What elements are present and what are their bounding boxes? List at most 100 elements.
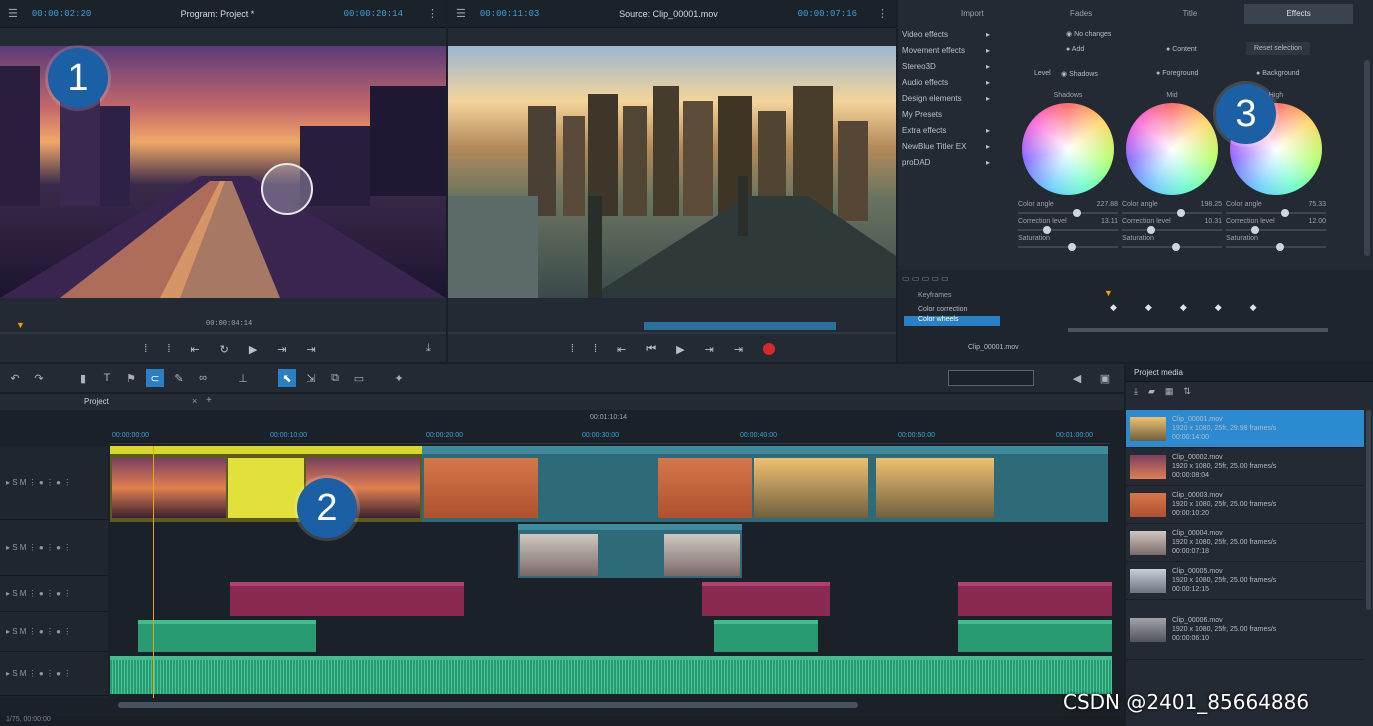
text-icon[interactable]: T	[98, 369, 116, 387]
category-item[interactable]: My Presets	[902, 110, 998, 126]
color-angle-slider[interactable]	[1122, 209, 1222, 217]
keyframe-item-color-correction[interactable]: Color correction	[918, 306, 967, 313]
source-go-in-icon[interactable]: ⇥	[705, 343, 714, 356]
play-icon[interactable]: ▶	[249, 343, 257, 356]
pen-icon[interactable]: ✎	[170, 369, 188, 387]
category-item[interactable]: proDAD ▸	[902, 158, 998, 174]
saturation-slider[interactable]	[1226, 243, 1326, 251]
color-wheel-mid[interactable]	[1126, 103, 1218, 195]
source-menu-icon[interactable]: ☰	[456, 7, 466, 20]
video-clip[interactable]	[422, 446, 1108, 522]
radio-shadows[interactable]: ◉ Shadows	[1061, 70, 1098, 78]
audio-clip[interactable]	[138, 620, 316, 652]
source-scrubber[interactable]	[448, 320, 896, 334]
effects-scrollbar[interactable]	[1364, 60, 1370, 256]
overlay-clip[interactable]	[518, 524, 742, 578]
title-clip[interactable]	[230, 582, 464, 616]
correction-level-slider[interactable]	[1018, 226, 1118, 234]
category-item[interactable]: Audio effects ▸	[902, 78, 998, 94]
title-clip[interactable]	[702, 582, 830, 616]
source-mark-out-icon[interactable]: ⁞	[594, 343, 597, 355]
link-icon[interactable]: ∞	[194, 369, 212, 387]
delete-icon[interactable]: ▮	[74, 369, 92, 387]
go-start-icon[interactable]: ⇤	[190, 343, 199, 356]
saturation-slider[interactable]	[1018, 243, 1118, 251]
source-go-start-icon[interactable]: ⇤	[617, 343, 626, 356]
saturation-slider[interactable]	[1122, 243, 1222, 251]
folder-icon[interactable]: ▰	[1148, 386, 1155, 402]
correction-level-slider[interactable]	[1122, 226, 1222, 234]
source-prev-icon[interactable]: ⏮	[646, 343, 656, 356]
source-insert-icon[interactable]: ⇥	[734, 343, 743, 356]
menu-icon[interactable]: ☰	[8, 7, 18, 20]
track-header[interactable]: ▸ S M ⋮ ● ⋮ ● ⋮	[0, 520, 108, 576]
marker-icon[interactable]: ⚑	[122, 369, 140, 387]
track-header[interactable]: ▸ S M ⋮ ● ⋮ ● ⋮	[0, 612, 108, 652]
reset-selection-button[interactable]: Reset selection	[1246, 42, 1310, 55]
zoom-bar[interactable]	[948, 370, 1034, 386]
radio-background[interactable]: ● Background	[1256, 70, 1300, 77]
source-settings-icon[interactable]: ⋮	[877, 7, 888, 20]
radio-no-changes[interactable]: ◉ No changes	[1066, 30, 1111, 38]
record-icon[interactable]	[763, 343, 776, 355]
sort-icon[interactable]: ⇅	[1183, 386, 1191, 402]
media-item[interactable]: Clip_00001.mov 1920 x 1080, 25fr, 29.98 f…	[1126, 410, 1364, 448]
playhead-marker-icon[interactable]: ▼	[16, 320, 25, 330]
redo-icon[interactable]: ↷	[30, 369, 48, 387]
grid-icon[interactable]: ▦	[1165, 386, 1174, 402]
category-item[interactable]: Video effects ▸	[902, 30, 998, 46]
tab-project[interactable]: Project	[84, 397, 109, 406]
media-item[interactable]: Clip_00003.mov 1920 x 1080, 25fr, 25.00 f…	[1126, 486, 1364, 524]
music-clip[interactable]	[110, 656, 1112, 694]
ripple-icon[interactable]: ▭	[350, 369, 368, 387]
tab-title[interactable]: Title	[1136, 4, 1245, 24]
category-item[interactable]: Extra effects ▸	[902, 126, 998, 142]
tab-import[interactable]: Import	[918, 4, 1027, 24]
track-header[interactable]: ▸ S M ⋮ ● ⋮ ● ⋮	[0, 652, 108, 696]
settings-icon[interactable]: ⋮	[427, 7, 438, 20]
playhead-line[interactable]	[153, 446, 154, 698]
source-timecode-right[interactable]: 00:00:07:16	[798, 9, 857, 19]
source-range-bar[interactable]	[644, 322, 836, 330]
track-header[interactable]: ▸ S M ⋮ ● ⋮ ● ⋮	[0, 446, 108, 520]
audio-clip[interactable]	[958, 620, 1112, 652]
source-mark-in-icon[interactable]: ⁞	[571, 343, 574, 355]
fullscreen-icon[interactable]: ▣	[1096, 369, 1114, 387]
keyframe-lane[interactable]: ◆◆◆◆◆	[1048, 302, 1368, 314]
loop-icon[interactable]: ↻	[220, 343, 229, 356]
mark-out-icon[interactable]: ⁞	[167, 343, 170, 355]
media-item[interactable]: Clip_00002.mov 1920 x 1080, 25fr, 25.00 f…	[1126, 448, 1364, 486]
category-item[interactable]: Design elements ▸	[902, 94, 998, 110]
category-item[interactable]: Movement effects ▸	[902, 46, 998, 62]
range-icon[interactable]: ⇲	[302, 369, 320, 387]
timeline-ruler[interactable]: 00:00:00:00 00:00:10:00 00:00:20:00 00:0…	[110, 430, 1110, 444]
source-play-icon[interactable]: ▶	[676, 343, 684, 356]
source-timecode-left[interactable]: 00:00:11:03	[480, 9, 539, 19]
add-tab-icon[interactable]: +	[206, 395, 212, 406]
go-end-icon[interactable]: ⇥	[307, 343, 316, 356]
import-icon[interactable]: ⤓	[1134, 386, 1138, 402]
program-scrubber[interactable]: ▼ 00:00:04:14	[0, 320, 446, 334]
audio-clip[interactable]	[714, 620, 818, 652]
timeline-scrollbar[interactable]	[118, 702, 858, 708]
tab-effects[interactable]: Effects	[1244, 4, 1353, 24]
split-icon[interactable]: ⊥	[234, 369, 252, 387]
category-item[interactable]: Stereo3D ▸	[902, 62, 998, 78]
color-wheel-shadows[interactable]	[1022, 103, 1114, 195]
media-item[interactable]: Clip_00005.mov 1920 x 1080, 25fr, 25.00 f…	[1126, 562, 1364, 600]
snap-icon[interactable]: ⊂	[146, 369, 164, 387]
color-angle-slider[interactable]	[1226, 209, 1326, 217]
program-mask-circle[interactable]	[261, 163, 313, 215]
wand-icon[interactable]: ✦	[390, 369, 408, 387]
track-header[interactable]: ▸ S M ⋮ ● ⋮ ● ⋮	[0, 576, 108, 612]
pointer-icon[interactable]: ⬉	[278, 369, 296, 387]
correction-level-slider[interactable]	[1226, 226, 1326, 234]
radio-foreground[interactable]: ● Foreground	[1156, 70, 1198, 77]
program-timecode-right[interactable]: 00:00:20:14	[344, 9, 403, 19]
radio-add[interactable]: ● Add	[1066, 46, 1084, 53]
mark-in-icon[interactable]: ⁞	[144, 343, 147, 355]
group-icon[interactable]: ⧉	[326, 369, 344, 387]
keyframe-scrollbar[interactable]	[1068, 328, 1328, 332]
video-clip[interactable]	[110, 446, 422, 522]
program-timecode-left[interactable]: 00:00:02:20	[32, 9, 91, 19]
